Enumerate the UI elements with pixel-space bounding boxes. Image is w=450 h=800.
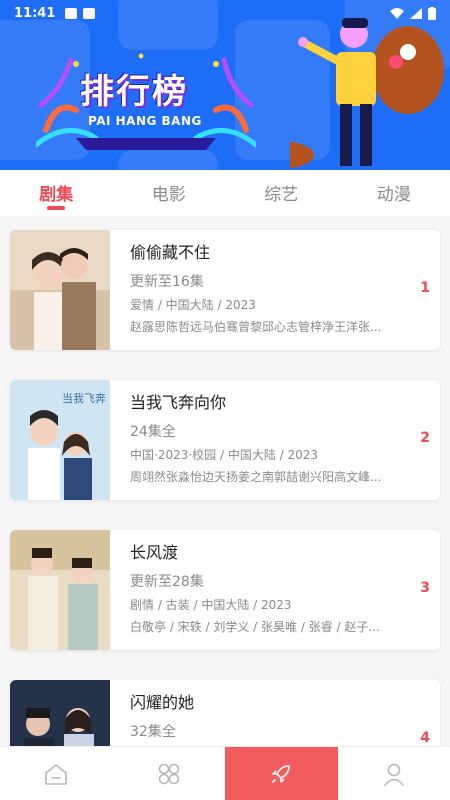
poster-image [10,230,110,350]
nav-category[interactable] [113,747,226,800]
list-item[interactable]: 当我飞奔 当我飞奔向你 24集全 中国·2023·校园 / 中国大陆 / 202… [10,380,440,500]
item-episodes: 32集全 [130,724,176,740]
item-meta: 剧情 / 古装 / 中国大陆 / 2023 [130,598,292,612]
text-notification-icon [83,7,96,19]
banner-tile [118,150,218,170]
tab-variety[interactable]: 综艺 [225,170,338,216]
image-notification-icon [65,7,78,19]
list-item[interactable]: 闪耀的她 32集全 4 [10,680,440,746]
poster-image [10,680,110,746]
nav-home[interactable] [0,747,113,800]
item-title: 闪耀的她 [130,693,195,712]
item-cast: 白敬亭 / 宋轶 / 刘学义 / 张昊唯 / 张睿 / 赵子... [130,620,380,634]
item-info: 闪耀的她 32集全 [130,690,405,746]
nav-ranking[interactable] [225,747,338,800]
rocket-icon [272,764,291,783]
item-episodes: 更新至28集 [130,574,204,590]
item-title: 偷偷藏不住 [130,243,211,262]
header-banner: 11:41 排行榜 PAI HANG BANG [0,0,450,170]
svg-text:当我飞奔: 当我飞奔 [62,391,106,405]
category-icon [158,763,180,784]
poster-image [10,530,110,650]
tab-label: 剧集 [39,185,74,205]
item-info: 当我飞奔向你 24集全 中国·2023·校园 / 中国大陆 / 2023 周翊然… [130,390,405,485]
bottom-nav [0,746,450,800]
poster-image: 当我飞奔 [10,380,110,500]
battery-icon [428,6,436,20]
signal-icon [410,7,422,19]
tab-label: 电影 [151,185,186,205]
ranking-list: 偷偷藏不住 更新至16集 爱情 / 中国大陆 / 2023 赵露思陈哲远马伯骞曾… [0,216,450,746]
ranking-logo: 排行榜 PAI HANG BANG [36,50,256,150]
banner-title: 排行榜 [80,72,188,112]
home-icon [45,763,68,785]
item-title: 长风渡 [130,543,179,562]
rank-number: 3 [420,580,430,596]
item-meta: 中国·2023·校园 / 中国大陆 / 2023 [130,448,319,462]
list-item[interactable]: 偷偷藏不住 更新至16集 爱情 / 中国大陆 / 2023 赵露思陈哲远马伯骞曾… [10,230,440,350]
wifi-icon [390,7,404,19]
rank-number: 4 [420,730,430,746]
rank-number: 2 [420,430,430,446]
item-cast: 赵露思陈哲远马伯骞曾黎邱心志管梓净王洋张... [130,320,382,334]
tab-active-indicator [47,206,66,210]
status-bar: 11:41 [0,0,450,26]
tab-label: 综艺 [264,185,299,205]
item-meta: 爱情 / 中国大陆 / 2023 [130,298,256,312]
tab-label: 动漫 [376,185,411,205]
tab-anime[interactable]: 动漫 [338,170,450,216]
banner-subtitle: PAI HANG BANG [88,114,202,128]
item-info: 偷偷藏不住 更新至16集 爱情 / 中国大陆 / 2023 赵露思陈哲远马伯骞曾… [130,240,405,335]
nav-profile[interactable] [338,747,450,800]
item-episodes: 更新至16集 [130,274,204,290]
item-episodes: 24集全 [130,424,176,440]
item-cast: 周翊然张淼怡边天扬姜之南郭喆谢兴阳高文峰... [130,470,382,484]
item-title: 当我飞奔向你 [130,393,227,412]
status-right [390,6,436,20]
status-time: 11:41 [14,5,56,21]
tab-movies[interactable]: 电影 [113,170,226,216]
rank-number: 1 [420,280,430,296]
item-info: 长风渡 更新至28集 剧情 / 古装 / 中国大陆 / 2023 白敬亭 / 宋… [130,540,405,635]
tab-series[interactable]: 剧集 [0,170,113,216]
profile-icon [383,763,404,786]
list-item[interactable]: 长风渡 更新至28集 剧情 / 古装 / 中国大陆 / 2023 白敬亭 / 宋… [10,530,440,650]
category-tabs: 剧集 电影 综艺 动漫 [0,170,450,216]
